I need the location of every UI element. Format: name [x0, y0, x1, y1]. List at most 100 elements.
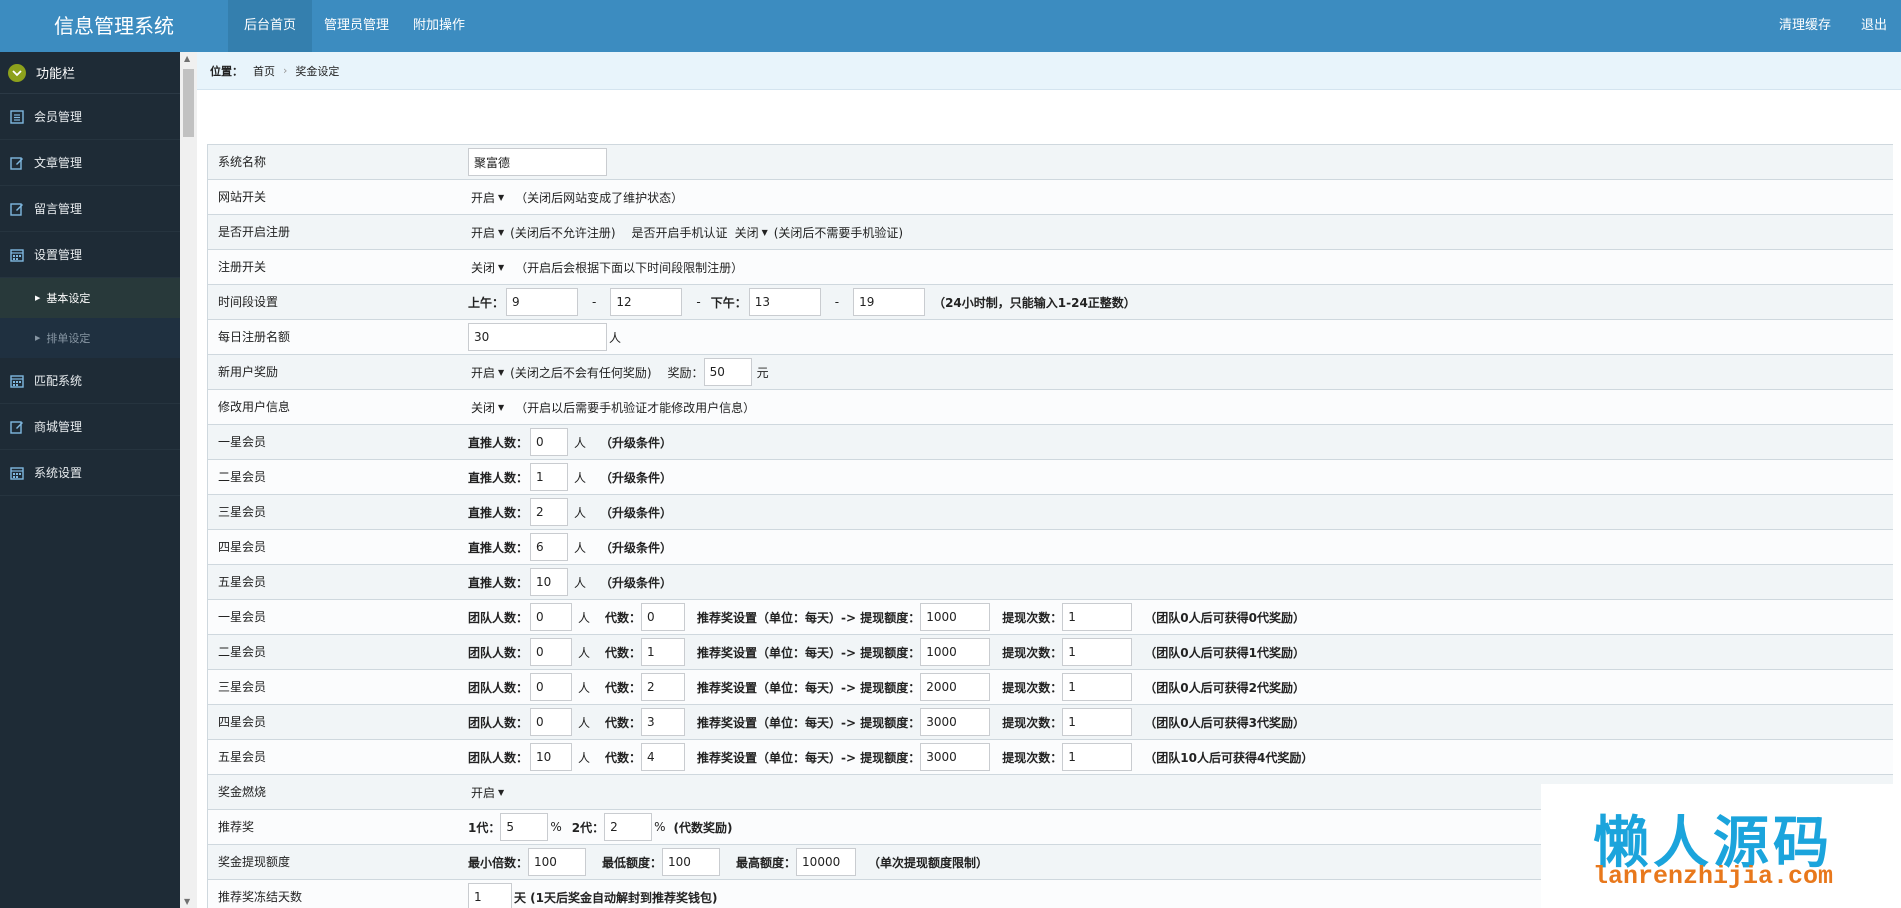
row-note: （24小时制，只能输入1-24正整数）	[933, 295, 1136, 310]
caret-right-icon: ▶	[35, 334, 41, 342]
withdraw-limit-input[interactable]: 1000	[920, 638, 991, 666]
unit-label: 人	[609, 330, 622, 345]
direct-count-label: 直推人数：	[468, 540, 529, 555]
team-count-input[interactable]: 0	[530, 603, 573, 631]
row-note: （升级条件）	[600, 540, 673, 555]
phone-auth-select[interactable]: 关闭 ▼	[732, 221, 771, 243]
generation-input[interactable]: 4	[641, 743, 686, 771]
scroll-up-icon[interactable]: ▲	[184, 54, 190, 63]
direct-count-input[interactable]: 2	[530, 498, 569, 526]
register-open-select[interactable]: 开启 ▼	[468, 221, 507, 243]
row-label: 时间段设置	[218, 295, 279, 309]
direct-count-input[interactable]: 10	[530, 568, 569, 596]
select-value: 开启	[471, 190, 496, 205]
unit-label: 人	[574, 505, 587, 520]
row-note: （团队0人后可获得1代奖励）	[1144, 645, 1305, 660]
breadcrumb: 位置： 首页 › 奖金设定	[197, 52, 1901, 90]
team-count-input[interactable]: 0	[530, 708, 573, 736]
row-note: （团队0人后可获得0代奖励）	[1144, 610, 1305, 625]
scroll-thumb[interactable]	[183, 69, 194, 137]
dropdown-arrow-icon: ▼	[498, 262, 505, 272]
withdraw-times-label: 提现次数：	[1002, 610, 1063, 625]
direct-count-input[interactable]: 6	[530, 533, 569, 561]
am-end-input[interactable]: 12	[610, 288, 683, 316]
sidebar-item-shop[interactable]: 商城管理	[0, 404, 180, 450]
dropdown-arrow-icon: ▼	[761, 227, 768, 237]
withdraw-times-input[interactable]: 1	[1062, 603, 1133, 631]
freeze-days-input[interactable]: 1	[468, 883, 512, 908]
reward-amount-input[interactable]: 50	[703, 358, 752, 386]
gen1-rate-input[interactable]: 5	[500, 813, 549, 841]
direct-count-input[interactable]: 1	[530, 463, 569, 491]
breadcrumb-home[interactable]: 首页	[253, 63, 275, 79]
sidebar-subitem-order[interactable]: ▶ 排单设定	[0, 318, 180, 358]
system-name-input[interactable]: 聚富德	[468, 148, 607, 176]
nav-admin[interactable]: 管理员管理	[312, 0, 401, 52]
nav-extra[interactable]: 附加操作	[401, 0, 477, 52]
form-row: 一星会员 直推人数： 0 人 （升级条件）	[207, 425, 1893, 460]
withdraw-times-input[interactable]: 1	[1062, 708, 1133, 736]
pm-end-input[interactable]: 19	[853, 288, 926, 316]
direct-count-input[interactable]: 0	[530, 428, 569, 456]
register-switch-select[interactable]: 关闭 ▼	[468, 256, 507, 278]
team-count-input[interactable]: 0	[530, 638, 573, 666]
sidebar-item-system[interactable]: 系统设置	[0, 450, 180, 496]
withdraw-times-input[interactable]: 1	[1062, 743, 1133, 771]
sidebar-item-matching[interactable]: 匹配系统	[0, 358, 180, 404]
sidebar-item-articles[interactable]: 文章管理	[0, 140, 180, 186]
withdraw-limit-input[interactable]: 2000	[920, 673, 991, 701]
withdraw-times-input[interactable]: 1	[1062, 638, 1133, 666]
scrollbar[interactable]: ▲ ▼	[180, 52, 197, 908]
unit-label: 人	[574, 540, 587, 555]
am-start-input[interactable]: 9	[506, 288, 579, 316]
dropdown-arrow-icon: ▼	[498, 787, 505, 797]
scroll-down-icon[interactable]: ▼	[184, 897, 190, 906]
unit-label: 人	[574, 470, 587, 485]
max-amount-input[interactable]: 10000	[796, 848, 857, 876]
generation-input[interactable]: 0	[641, 603, 686, 631]
team-count-input[interactable]: 10	[530, 743, 573, 771]
generation-input[interactable]: 2	[641, 673, 686, 701]
select-value: 开启	[471, 225, 496, 240]
row-label: 五星会员	[218, 575, 267, 589]
row-label: 四星会员	[218, 540, 267, 554]
select-value: 开启	[471, 365, 496, 380]
daily-quota-input[interactable]: 30	[468, 323, 607, 351]
generation-label: 代数：	[605, 750, 642, 765]
team-count-label: 团队人数：	[468, 750, 529, 765]
sidebar-item-members[interactable]: 会员管理	[0, 94, 180, 140]
sidebar-subitem-basic[interactable]: ▶ 基本设定	[0, 278, 180, 318]
min-amount-input[interactable]: 100	[662, 848, 721, 876]
dropdown-arrow-icon: ▼	[498, 402, 505, 412]
breadcrumb-label: 位置：	[210, 64, 243, 78]
row-label: 一星会员	[218, 435, 267, 449]
generation-input[interactable]: 3	[641, 708, 686, 736]
site-switch-select[interactable]: 开启 ▼	[468, 186, 507, 208]
sidebar-item-settings[interactable]: 设置管理	[0, 232, 180, 278]
withdraw-limit-input[interactable]: 1000	[920, 603, 991, 631]
gen2-rate-input[interactable]: 2	[604, 813, 653, 841]
new-user-reward-select[interactable]: 开启 ▼	[468, 361, 507, 383]
row-label: 修改用户信息	[218, 400, 291, 414]
range-dash: -	[834, 295, 840, 309]
withdraw-limit-input[interactable]: 3000	[920, 743, 991, 771]
withdraw-limit-input[interactable]: 3000	[920, 708, 991, 736]
team-count-input[interactable]: 0	[530, 673, 573, 701]
edit-user-info-select[interactable]: 关闭 ▼	[468, 396, 507, 418]
unit-label: 人	[574, 435, 587, 450]
generation-input[interactable]: 1	[641, 638, 686, 666]
dropdown-arrow-icon: ▼	[498, 227, 505, 237]
form-row: 四星会员 直推人数： 6 人 （升级条件）	[207, 530, 1893, 565]
logout-link[interactable]: 退出	[1845, 0, 1901, 52]
sidebar-item-messages[interactable]: 留言管理	[0, 186, 180, 232]
min-multiple-label: 最小倍数：	[468, 855, 529, 870]
nav-home[interactable]: 后台首页	[228, 0, 313, 52]
min-multiple-input[interactable]: 100	[528, 848, 587, 876]
sidebar-header: 功能栏	[0, 52, 180, 94]
dropdown-arrow-icon: ▼	[498, 367, 505, 377]
withdraw-times-input[interactable]: 1	[1062, 673, 1133, 701]
bonus-burn-select[interactable]: 开启 ▼	[468, 781, 507, 803]
pm-start-input[interactable]: 13	[748, 288, 821, 316]
app-title: 信息管理系统	[54, 14, 174, 38]
clear-cache-link[interactable]: 清理缓存	[1763, 0, 1845, 52]
